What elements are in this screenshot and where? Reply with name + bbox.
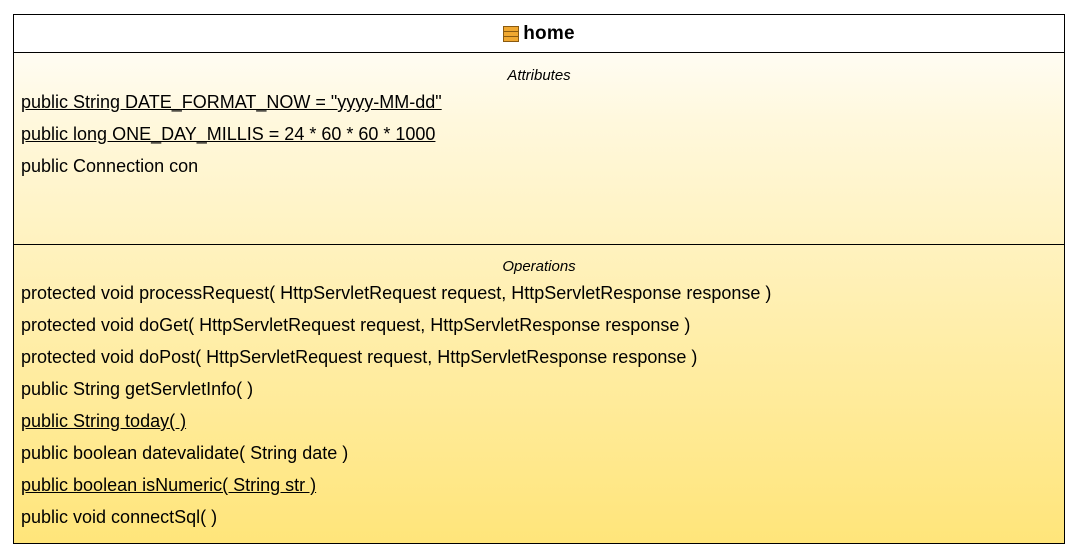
operation-item[interactable]: public void connectSql( ): [21, 501, 1064, 533]
operation-item[interactable]: public String getServletInfo( ): [21, 373, 1064, 405]
class-header[interactable]: home: [14, 15, 1064, 53]
attribute-item[interactable]: public Connection con: [21, 150, 1064, 182]
operation-item[interactable]: public boolean isNumeric( String str ): [21, 469, 1064, 501]
attribute-item[interactable]: public String DATE_FORMAT_NOW = "yyyy-MM…: [21, 86, 1064, 118]
operations-compartment: Operations protected void processRequest…: [14, 245, 1064, 533]
attribute-item[interactable]: public long ONE_DAY_MILLIS = 24 * 60 * 6…: [21, 118, 1064, 150]
uml-class-box[interactable]: home Attributes public String DATE_FORMA…: [13, 14, 1065, 544]
attributes-title: Attributes: [507, 67, 571, 84]
operation-item[interactable]: protected void doPost( HttpServletReques…: [21, 341, 1064, 373]
operation-item[interactable]: public String today( ): [21, 405, 1064, 437]
operation-item[interactable]: protected void doGet( HttpServletRequest…: [21, 309, 1064, 341]
class-icon: [503, 25, 520, 42]
class-name: home: [523, 22, 575, 44]
operation-item[interactable]: protected void processRequest( HttpServl…: [21, 277, 1064, 309]
operation-item[interactable]: public boolean datevalidate( String date…: [21, 437, 1064, 469]
operations-title: Operations: [502, 258, 576, 275]
attributes-compartment: Attributes public String DATE_FORMAT_NOW…: [14, 53, 1064, 245]
